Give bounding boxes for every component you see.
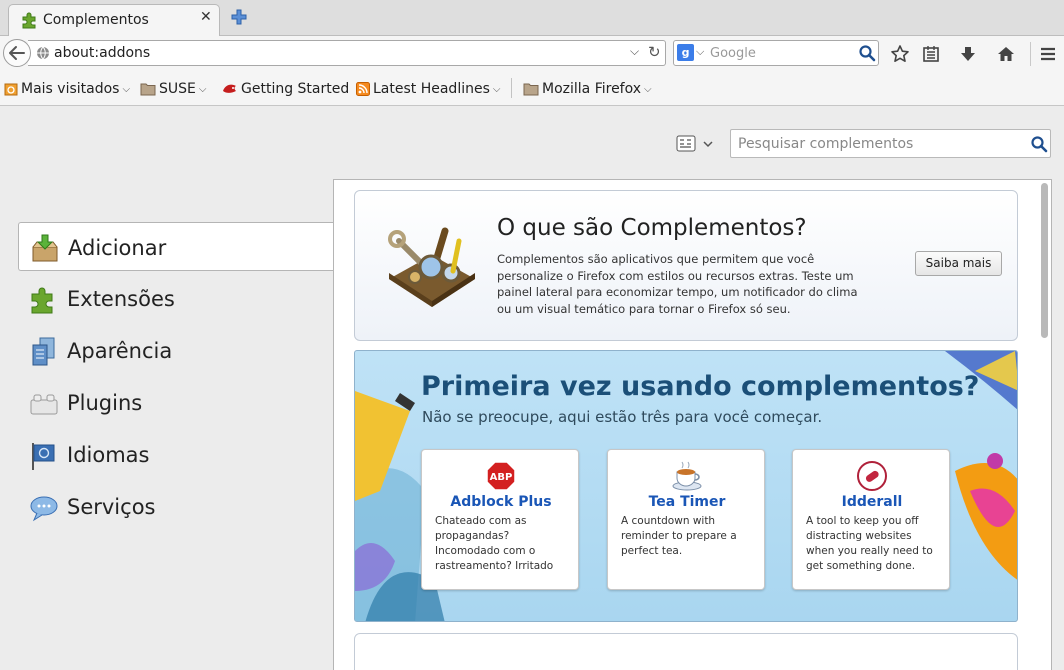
new-tab-icon[interactable]	[230, 8, 248, 26]
bookmark-label: Latest Headlines	[373, 81, 490, 97]
search-placeholder: Google	[710, 46, 756, 61]
bookmark-label: Mais visitados	[21, 81, 120, 97]
plugin-brick-icon	[30, 394, 58, 415]
category-extensoes[interactable]: Extensões	[18, 274, 334, 326]
chevron-down-icon[interactable]: ⌵	[696, 45, 704, 59]
addon-description: A countdown with reminder to prepare a p…	[621, 515, 737, 557]
addon-name[interactable]: Idderall	[793, 494, 951, 510]
first-time-banner: Primeira vez usando complementos? Não se…	[354, 350, 1018, 622]
category-idiomas[interactable]: Idiomas	[18, 430, 334, 482]
navigation-toolbar: about:addons ⌵ ↻ g ⌵ Google	[0, 36, 1064, 70]
services-chat-icon	[30, 496, 58, 522]
addon-card-idderall[interactable]: Idderall A tool to keep you off distract…	[792, 449, 950, 590]
getting-started-icon	[223, 84, 236, 93]
addons-search-input[interactable]: Pesquisar complementos	[730, 129, 1051, 158]
adblock-plus-icon: ABP	[486, 461, 516, 491]
intro-card: O que são Complementos? Complementos são…	[354, 190, 1018, 341]
bookmarks-list-icon[interactable]	[921, 44, 941, 64]
category-aparencia[interactable]: Aparência	[18, 326, 334, 378]
url-bar[interactable]: about:addons ⌵ ↻	[28, 40, 666, 66]
intro-heading: O que são Complementos?	[497, 215, 807, 241]
addon-card-tea-timer[interactable]: Tea Timer A countdown with reminder to p…	[607, 449, 765, 590]
addon-card-adblock-plus[interactable]: ABP Adblock Plus Chateado com as propaga…	[421, 449, 579, 590]
url-text[interactable]: about:addons	[54, 45, 150, 61]
folder-icon	[523, 83, 539, 96]
appearance-icon	[32, 337, 55, 366]
category-servicos[interactable]: Serviços	[18, 482, 334, 534]
category-label: Plugins	[67, 391, 143, 415]
puzzle-icon	[31, 287, 53, 314]
search-icon[interactable]	[1030, 135, 1048, 153]
category-label: Extensões	[67, 287, 175, 311]
next-section-card	[354, 633, 1018, 670]
scrollbar-thumb[interactable]	[1041, 183, 1048, 338]
close-tab-icon[interactable]: ✕	[200, 9, 212, 25]
learn-more-button[interactable]: Saiba mais	[915, 251, 1002, 276]
bookmark-mais-visitados[interactable]: Mais visitados ⌵	[4, 80, 130, 98]
rss-icon	[356, 82, 370, 96]
svg-text:ABP: ABP	[490, 472, 513, 483]
bookmarks-toolbar: Mais visitados ⌵ SUSE ⌵ Getting Started …	[0, 70, 1064, 106]
chevron-down-icon: ⌵	[122, 83, 131, 95]
most-visited-icon	[4, 83, 18, 96]
category-list: Adicionar Extensões Aparência Plugins Id…	[18, 222, 334, 534]
search-icon[interactable]	[858, 44, 876, 62]
bookmark-label: Mozilla Firefox	[542, 81, 642, 97]
bookmark-label: Getting Started	[241, 81, 350, 97]
downloads-icon[interactable]	[958, 44, 978, 64]
addon-description: Chateado com as propagandas? Incomodado …	[435, 515, 554, 572]
puzzle-icon	[22, 12, 36, 29]
tea-cup-icon	[672, 461, 702, 491]
bookmarks-separator	[511, 78, 512, 98]
intro-description: Complementos são aplicativos que permite…	[497, 252, 858, 316]
tab-title: Complementos	[43, 12, 149, 28]
category-label: Idiomas	[67, 443, 150, 467]
chevron-down-icon: ⌵	[644, 83, 652, 95]
get-addons-icon	[32, 234, 58, 262]
tab-strip: Complementos ✕	[0, 0, 1064, 37]
globe-icon	[37, 46, 49, 60]
language-flag-icon	[32, 443, 55, 470]
toolbar-separator	[1030, 42, 1031, 66]
banner-subheading: Não se preocupe, aqui estão três para vo…	[422, 408, 823, 426]
addons-tools-illustration	[388, 227, 475, 307]
home-icon[interactable]	[996, 44, 1016, 64]
folder-icon	[140, 83, 156, 96]
addon-name[interactable]: Adblock Plus	[422, 494, 580, 510]
category-label: Serviços	[67, 495, 156, 519]
chevron-down-icon: ⌵	[492, 83, 501, 95]
discover-pane: O que são Complementos? Complementos são…	[333, 179, 1052, 670]
chevron-down-icon: ⌵	[198, 83, 207, 95]
category-adicionar[interactable]: Adicionar	[18, 222, 334, 271]
reload-icon[interactable]: ↻	[648, 43, 661, 61]
web-search-bar[interactable]: g ⌵ Google	[673, 40, 879, 66]
pill-icon	[857, 461, 887, 491]
category-plugins[interactable]: Plugins	[18, 378, 334, 430]
google-engine-icon[interactable]: g	[677, 44, 694, 61]
tab-complementos[interactable]: Complementos ✕	[8, 4, 220, 37]
addons-search-placeholder: Pesquisar complementos	[738, 136, 914, 152]
bookmark-getting-started[interactable]: Getting Started	[222, 80, 349, 98]
chevron-down-icon[interactable]: ⌵	[630, 44, 639, 59]
back-arrow-icon	[9, 46, 25, 60]
bookmark-folder-suse[interactable]: SUSE ⌵	[140, 80, 206, 98]
addon-name[interactable]: Tea Timer	[608, 494, 766, 510]
menu-hamburger-icon[interactable]	[1038, 44, 1058, 64]
addon-description: A tool to keep you off distracting websi…	[806, 515, 933, 572]
bookmark-latest-headlines[interactable]: Latest Headlines ⌵	[356, 80, 500, 98]
banner-heading: Primeira vez usando complementos?	[421, 371, 980, 402]
bookmark-star-icon[interactable]	[890, 44, 910, 64]
back-button[interactable]	[3, 39, 31, 67]
category-label: Aparência	[67, 339, 173, 363]
bookmark-folder-mozilla-firefox[interactable]: Mozilla Firefox ⌵	[523, 80, 652, 98]
category-label: Adicionar	[68, 236, 167, 260]
bookmark-label: SUSE	[159, 81, 196, 97]
addons-tools-button[interactable]	[676, 135, 718, 153]
